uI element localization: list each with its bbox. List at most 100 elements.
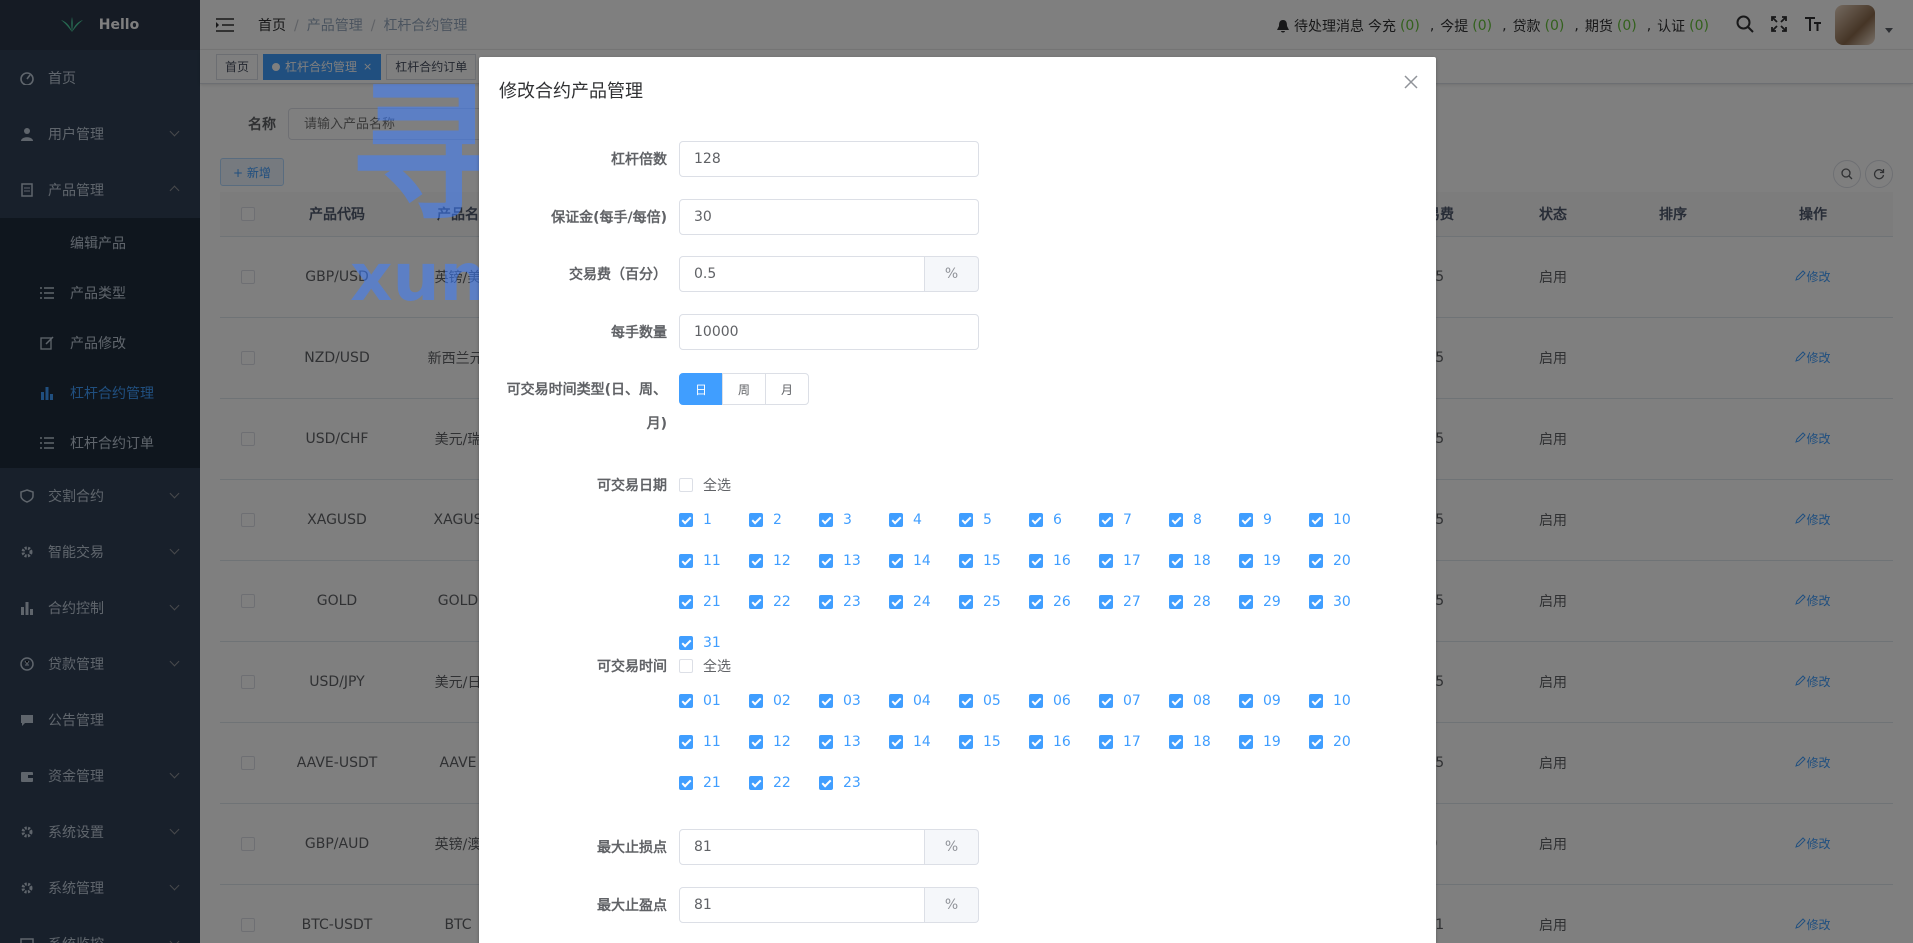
day-checkbox-label: 23: [843, 594, 861, 610]
day-checkbox[interactable]: 18: [1169, 553, 1211, 569]
take-profit-input[interactable]: 81: [679, 887, 925, 923]
day-checkbox[interactable]: 20: [1309, 553, 1351, 569]
checkbox-checked-icon: [1029, 595, 1043, 609]
hour-checkbox[interactable]: 03: [819, 693, 861, 709]
day-checkbox-label: 27: [1123, 594, 1141, 610]
day-checkbox-label: 19: [1263, 553, 1281, 569]
day-checkbox[interactable]: 25: [959, 594, 1001, 610]
hour-checkbox[interactable]: 22: [749, 775, 791, 791]
day-checkbox-label: 8: [1193, 512, 1202, 528]
lot-input[interactable]: 10000: [679, 314, 979, 350]
hour-checkbox[interactable]: 01: [679, 693, 721, 709]
day-checkbox-label: 29: [1263, 594, 1281, 610]
hour-checkbox[interactable]: 11: [679, 734, 721, 750]
checkbox-checked-icon: [889, 513, 903, 527]
day-checkbox-label: 14: [913, 553, 931, 569]
time-type-day[interactable]: 日: [679, 373, 724, 405]
checkbox-checked-icon: [1239, 694, 1253, 708]
checkbox-checked-icon: [749, 595, 763, 609]
hour-checkbox[interactable]: 16: [1029, 734, 1071, 750]
day-checkbox-label: 2: [773, 512, 782, 528]
hours-select-all[interactable]: 全选: [679, 656, 731, 676]
fee-input[interactable]: 0.5: [679, 256, 925, 292]
hour-checkbox[interactable]: 06: [1029, 693, 1071, 709]
day-checkbox[interactable]: 7: [1099, 512, 1132, 528]
day-checkbox[interactable]: 8: [1169, 512, 1202, 528]
day-checkbox-label: 26: [1053, 594, 1071, 610]
time-type-label-line1: 可交易时间类型(日、周、: [506, 382, 667, 398]
day-checkbox[interactable]: 26: [1029, 594, 1071, 610]
day-checkbox[interactable]: 10: [1309, 512, 1351, 528]
day-checkbox[interactable]: 31: [679, 635, 721, 651]
hour-checkbox[interactable]: 02: [749, 693, 791, 709]
hour-checkbox-label: 10: [1333, 693, 1351, 709]
day-checkbox[interactable]: 21: [679, 594, 721, 610]
day-checkbox[interactable]: 29: [1239, 594, 1281, 610]
lot-label: 每手数量: [611, 325, 667, 341]
day-checkbox[interactable]: 17: [1099, 553, 1141, 569]
hour-checkbox[interactable]: 07: [1099, 693, 1141, 709]
day-checkbox[interactable]: 6: [1029, 512, 1062, 528]
day-checkbox[interactable]: 24: [889, 594, 931, 610]
hour-checkbox[interactable]: 17: [1099, 734, 1141, 750]
day-checkbox[interactable]: 14: [889, 553, 931, 569]
hour-checkbox[interactable]: 14: [889, 734, 931, 750]
day-checkbox[interactable]: 4: [889, 512, 922, 528]
stop-loss-input[interactable]: 81: [679, 829, 925, 865]
day-checkbox[interactable]: 9: [1239, 512, 1272, 528]
days-select-all[interactable]: 全选: [679, 475, 731, 495]
day-checkbox[interactable]: 16: [1029, 553, 1071, 569]
hour-checkbox[interactable]: 20: [1309, 734, 1351, 750]
checkbox-checked-icon: [1309, 554, 1323, 568]
checkbox-checked-icon: [1169, 735, 1183, 749]
hour-checkbox[interactable]: 18: [1169, 734, 1211, 750]
hour-checkbox[interactable]: 19: [1239, 734, 1281, 750]
checkbox-checked-icon: [1309, 694, 1323, 708]
day-checkbox[interactable]: 19: [1239, 553, 1281, 569]
hours-label: 可交易时间: [597, 659, 667, 675]
checkbox-checked-icon: [1309, 595, 1323, 609]
day-checkbox[interactable]: 2: [749, 512, 782, 528]
hour-checkbox[interactable]: 08: [1169, 693, 1211, 709]
checkbox-checked-icon: [959, 595, 973, 609]
day-checkbox[interactable]: 11: [679, 553, 721, 569]
day-checkbox[interactable]: 28: [1169, 594, 1211, 610]
day-checkbox[interactable]: 27: [1099, 594, 1141, 610]
hour-checkbox[interactable]: 23: [819, 775, 861, 791]
time-type-month[interactable]: 月: [765, 373, 810, 405]
hour-checkbox[interactable]: 04: [889, 693, 931, 709]
day-checkbox[interactable]: 12: [749, 553, 791, 569]
hour-checkbox-label: 11: [703, 734, 721, 750]
checkbox-icon: [679, 478, 693, 492]
day-checkbox[interactable]: 15: [959, 553, 1001, 569]
day-checkbox[interactable]: 3: [819, 512, 852, 528]
time-type-week[interactable]: 周: [722, 373, 767, 405]
hour-checkbox[interactable]: 13: [819, 734, 861, 750]
checkbox-checked-icon: [819, 694, 833, 708]
day-checkbox[interactable]: 22: [749, 594, 791, 610]
hour-checkbox-label: 02: [773, 693, 791, 709]
hour-checkbox[interactable]: 05: [959, 693, 1001, 709]
checkbox-checked-icon: [1169, 595, 1183, 609]
hour-checkbox[interactable]: 15: [959, 734, 1001, 750]
hour-checkbox[interactable]: 09: [1239, 693, 1281, 709]
day-checkbox[interactable]: 13: [819, 553, 861, 569]
checkbox-checked-icon: [1309, 513, 1323, 527]
margin-input[interactable]: 30: [679, 199, 979, 235]
time-type-radio-group: 日 周 月: [679, 373, 810, 405]
hour-checkbox[interactable]: 12: [749, 734, 791, 750]
checkbox-checked-icon: [1239, 735, 1253, 749]
checkbox-checked-icon: [889, 595, 903, 609]
leverage-input[interactable]: 128: [679, 141, 979, 177]
day-checkbox[interactable]: 1: [679, 512, 712, 528]
hour-checkbox[interactable]: 21: [679, 775, 721, 791]
fee-unit: %: [925, 256, 979, 292]
hour-checkbox-label: 12: [773, 734, 791, 750]
day-checkbox[interactable]: 30: [1309, 594, 1351, 610]
close-icon[interactable]: [1404, 75, 1418, 89]
day-checkbox[interactable]: 5: [959, 512, 992, 528]
day-checkbox[interactable]: 23: [819, 594, 861, 610]
hour-checkbox[interactable]: 10: [1309, 693, 1351, 709]
checkbox-checked-icon: [1099, 735, 1113, 749]
day-checkbox-label: 10: [1333, 512, 1351, 528]
